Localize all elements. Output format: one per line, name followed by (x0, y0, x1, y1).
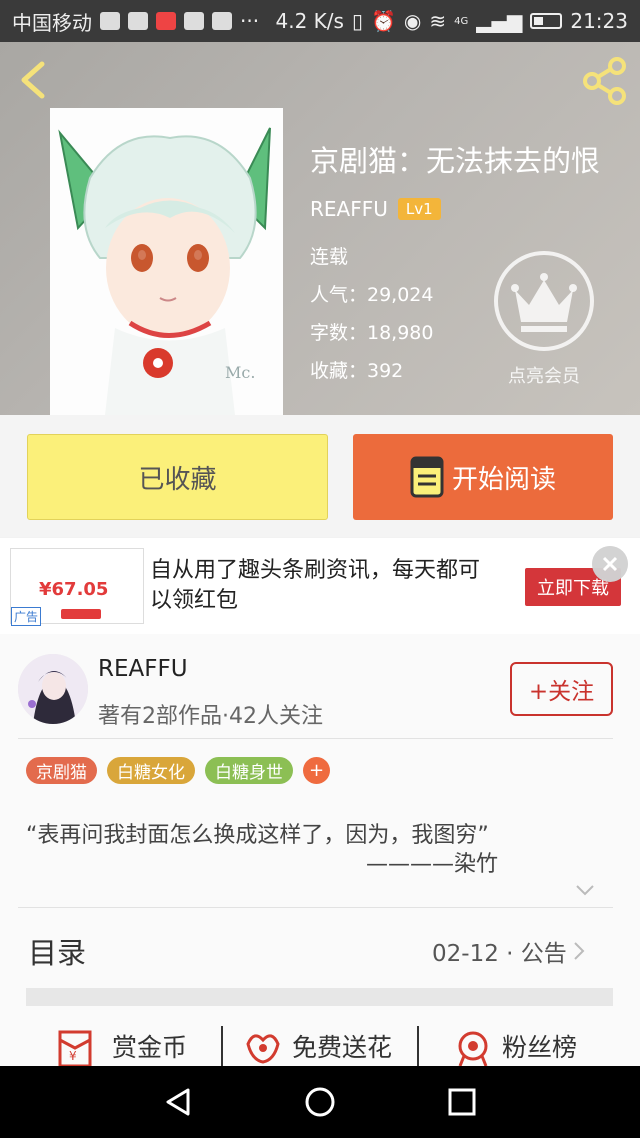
start-reading-button[interactable]: 开始阅读 (353, 434, 613, 520)
flower-icon (246, 1034, 280, 1064)
network-type: 4G (454, 15, 469, 27)
divider (221, 1026, 223, 1068)
book-favorites: 收藏：392 (310, 360, 404, 382)
avatar[interactable] (18, 654, 88, 724)
red-envelope-icon: ¥ (58, 1030, 92, 1066)
toc-label[interactable]: 目录 (28, 930, 86, 972)
tag-list: 京剧猫 白糖女化 白糖身世 + (26, 757, 330, 784)
cat-app-icon (128, 12, 148, 30)
medal-icon (458, 1031, 488, 1066)
reward-coins-button[interactable]: ¥ 赏金币 (56, 1026, 187, 1066)
book-icon (410, 456, 444, 498)
book-header: Mc. 京剧猫：无法抹去的恨 REAFFU Lv1 连载 人气：29,024 字… (0, 42, 640, 415)
author-card-name[interactable]: REAFFU (98, 656, 188, 682)
book-intro: “表再问我封面怎么换成这样了，因为，我图穷” (26, 823, 489, 848)
book-title: 京剧猫：无法抹去的恨 (310, 144, 601, 178)
reward-coins-label: 赏金币 (112, 1033, 188, 1062)
divider (18, 907, 613, 908)
cover-cat-illustration: Mc. (50, 108, 283, 415)
level-badge: Lv1 (397, 198, 441, 220)
favorited-button[interactable]: 已收藏 (27, 434, 328, 520)
message-icon (100, 12, 120, 30)
close-icon[interactable] (592, 546, 628, 582)
app-icon (212, 12, 232, 30)
vip-label[interactable]: 点亮会员 (493, 362, 595, 388)
clock: 21:23 (570, 9, 628, 33)
ad-thumb-button (61, 609, 101, 619)
avatar-image (18, 654, 88, 724)
divider (417, 1026, 419, 1068)
tiktok-icon (184, 12, 204, 30)
book-word-count: 字数：18,980 (310, 322, 434, 344)
author-name[interactable]: REAFFU (310, 197, 388, 221)
start-reading-label: 开始阅读 (451, 464, 556, 495)
tag-item[interactable]: 京剧猫 (26, 757, 97, 784)
book-cover[interactable]: Mc. (50, 108, 283, 415)
status-bar: 中国移动 ··· 4.2 K/s ▯ ⏰ ◉ ≋ 4G ▂▄▆ 21:23 (0, 0, 640, 42)
tag-item[interactable]: 白糖身世 (205, 757, 293, 784)
battery-icon (530, 13, 563, 29)
action-buttons: 已收藏 开始阅读 (0, 415, 640, 537)
crown-icon[interactable] (493, 250, 595, 352)
send-flowers-label: 免费送花 (292, 1033, 393, 1062)
chevron-down-icon[interactable] (575, 884, 595, 896)
add-tag-button[interactable]: + (303, 757, 330, 784)
ad-text[interactable]: 自从用了趣头条刷资讯，每天都可以领红包 (150, 556, 500, 616)
send-flowers-button[interactable]: 免费送花 (244, 1026, 392, 1066)
divider (18, 738, 613, 739)
svg-text:¥: ¥ (69, 1049, 77, 1063)
news-app-icon (156, 12, 176, 30)
more-icon: ··· (240, 9, 260, 33)
chevron-right-icon (574, 942, 585, 960)
intro-signature: ————染竹 (366, 852, 499, 877)
eye-icon: ◉ (403, 9, 422, 33)
ad-banner[interactable]: ¥67.05 广告 自从用了趣头条刷资讯，每天都可以领红包 立即下载 (0, 538, 640, 634)
section-spacer (26, 988, 613, 1006)
home-icon[interactable] (304, 1086, 336, 1118)
follow-button[interactable]: +关注 (510, 662, 613, 716)
tag-item[interactable]: 白糖女化 (107, 757, 195, 784)
fans-rank-label: 粉丝榜 (502, 1033, 578, 1062)
book-popularity: 人气：29,024 (310, 284, 434, 306)
author-card: REAFFU 著有2部作品·42人关注 +关注 京剧猫 白糖女化 白糖身世 + … (0, 634, 640, 1068)
carrier-label: 中国移动 (12, 10, 92, 35)
system-nav-bar (0, 1066, 640, 1138)
network-speed: 4.2 K/s (275, 9, 344, 33)
wifi-icon: ≋ (429, 9, 447, 33)
svg-text:Mc.: Mc. (225, 363, 255, 382)
toc-update: 02-12 · 公告 (432, 941, 567, 967)
author-line: REAFFU Lv1 (310, 197, 441, 221)
author-stats: 著有2部作品·42人关注 (98, 704, 323, 729)
ad-thumb-amount: ¥67.05 (39, 579, 109, 600)
back-icon[interactable] (162, 1086, 194, 1118)
alarm-icon: ⏰ (370, 9, 396, 33)
share-icon[interactable] (580, 56, 630, 106)
fans-rank-button[interactable]: 粉丝榜 (454, 1026, 577, 1066)
toc-latest[interactable]: 02-12 · 公告 (432, 934, 585, 968)
vibrate-icon: ▯ (351, 9, 363, 33)
recent-apps-icon[interactable] (448, 1088, 476, 1116)
book-status: 连载 (310, 246, 349, 268)
back-arrow-icon[interactable] (14, 60, 54, 100)
ad-tag: 广告 (11, 607, 42, 626)
signal-icon: ▂▄▆ (476, 9, 523, 33)
